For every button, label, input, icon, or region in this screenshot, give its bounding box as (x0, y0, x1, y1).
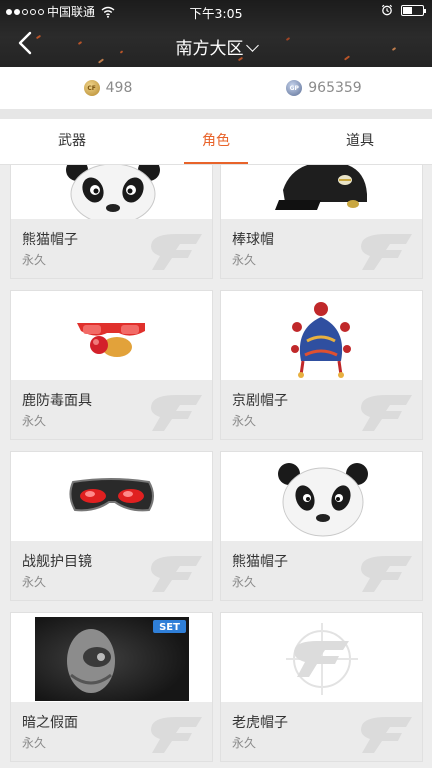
panda-hat-image (11, 165, 212, 225)
item-name: 京剧帽子 (232, 393, 288, 409)
cf-watermark-icon (361, 234, 412, 270)
reindeer-mask-image (11, 291, 212, 382)
divider (0, 109, 432, 119)
item-grid: 熊猫帽子 永久 棒球帽 永久 鹿防毒面具 永久 京剧帽子 永久 战舰护目镜 永久… (0, 165, 432, 768)
item-card[interactable]: 棒球帽 永久 (220, 165, 423, 279)
item-card[interactable]: 熊猫帽子 永久 (220, 451, 423, 601)
cf-placeholder-image (221, 613, 422, 704)
region-selector[interactable]: 南方大区 (0, 34, 432, 59)
gp-coin-icon: GP (286, 80, 303, 96)
item-card[interactable]: 京剧帽子 永久 (220, 290, 423, 440)
cf-watermark-icon (361, 717, 412, 753)
cf-watermark-icon (361, 556, 412, 592)
item-name: 棒球帽 (232, 232, 274, 248)
tab-items[interactable]: 道具 (288, 119, 432, 164)
item-duration: 永久 (232, 253, 257, 267)
cf-watermark-icon (151, 234, 202, 270)
item-duration: 永久 (22, 736, 47, 750)
status-bar: 中国联通 下午3:05 (0, 0, 432, 22)
tab-characters[interactable]: 角色 (144, 119, 288, 164)
gold-coin-icon: CF (83, 80, 100, 96)
dark-mask-image: SET (11, 613, 212, 704)
item-duration: 永久 (22, 575, 47, 589)
item-duration: 永久 (22, 414, 47, 428)
panda-hat-image (221, 452, 422, 543)
gp-value: 965359 (308, 80, 362, 96)
tab-weapons[interactable]: 武器 (0, 119, 144, 164)
item-name: 暗之假面 (22, 715, 78, 731)
item-duration: 永久 (232, 575, 257, 589)
item-card[interactable]: SET 暗之假面 永久 (10, 612, 213, 762)
item-name: 鹿防毒面具 (22, 393, 92, 409)
item-card[interactable]: 鹿防毒面具 永久 (10, 290, 213, 440)
currency-bar: CF 498 GP 965359 (0, 67, 432, 109)
chevron-down-icon (245, 39, 259, 52)
battery-icon (401, 4, 426, 16)
cf-watermark-icon (361, 395, 412, 431)
item-name: 战舰护目镜 (22, 554, 92, 570)
item-card[interactable]: 战舰护目镜 永久 (10, 451, 213, 601)
item-duration: 永久 (232, 414, 257, 428)
item-name: 老虎帽子 (232, 715, 288, 731)
item-name: 熊猫帽子 (22, 232, 78, 248)
cf-watermark-icon (151, 395, 202, 431)
goggles-image (11, 452, 212, 543)
baseball-cap-image (221, 165, 422, 221)
item-name: 熊猫帽子 (232, 554, 288, 570)
header-bar: 中国联通 下午3:05 南方大区 (0, 0, 432, 67)
gold-value: 498 (105, 80, 133, 96)
opera-hat-image (221, 291, 422, 382)
gold-balance: CF 498 (0, 67, 216, 109)
category-tabs: 武器 角色 道具 (0, 119, 432, 165)
cf-watermark-icon (151, 717, 202, 753)
set-badge: SET (159, 622, 180, 633)
gp-balance: GP 965359 (216, 67, 432, 109)
item-card[interactable]: 老虎帽子 永久 (220, 612, 423, 762)
item-duration: 永久 (22, 253, 47, 267)
status-time: 下午3:05 (189, 6, 243, 21)
cf-watermark-icon (151, 556, 202, 592)
app: 中国联通 下午3:05 南方大区 CF 498 GP 965359 武器 角色 … (0, 0, 432, 768)
page-title: 南方大区 (175, 39, 244, 59)
alarm-icon (381, 4, 393, 16)
item-card[interactable]: 熊猫帽子 永久 (10, 165, 213, 279)
item-duration: 永久 (232, 736, 257, 750)
